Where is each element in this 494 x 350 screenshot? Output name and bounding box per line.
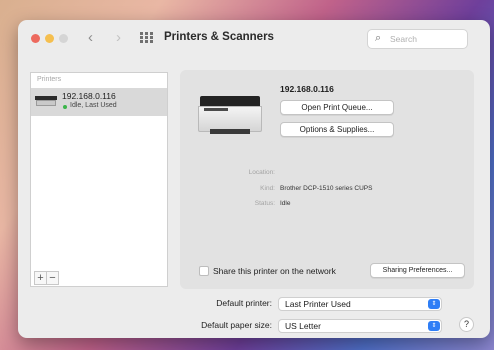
help-button[interactable]: ?: [459, 317, 474, 332]
title-bar: ‹ › Printers & Scanners ⌕ Search: [18, 20, 490, 58]
status-dot-icon: [63, 105, 67, 109]
printer-icon: [35, 96, 57, 107]
printers-scanners-window: ‹ › Printers & Scanners ⌕ Search Printer…: [18, 20, 490, 338]
chevron-updown-icon: ⇕: [428, 299, 440, 309]
show-all-grid-icon[interactable]: [140, 32, 153, 44]
open-print-queue-button[interactable]: Open Print Queue...: [280, 100, 394, 115]
default-printer-label: Default printer:: [216, 298, 272, 308]
status-label: Status:: [254, 200, 275, 207]
printer-image-icon: [198, 96, 262, 136]
default-paper-label: Default paper size:: [201, 320, 272, 330]
default-paper-select[interactable]: US Letter ⇕: [278, 319, 442, 333]
remove-printer-button[interactable]: −: [46, 271, 59, 285]
printer-item-status: Idle, Last Used: [70, 102, 117, 109]
default-paper-value: US Letter: [285, 321, 321, 331]
search-icon: ⌕: [375, 32, 382, 44]
printer-detail-panel: 192.168.0.116 Open Print Queue... Option…: [180, 70, 474, 289]
search-placeholder: Search: [390, 34, 417, 44]
status-value: Idle: [280, 200, 291, 207]
share-printer-label: Share this printer on the network: [213, 266, 336, 276]
minimize-button[interactable]: [45, 34, 54, 43]
list-controls: + −: [31, 271, 71, 287]
printer-list-item[interactable]: 192.168.0.116 Idle, Last Used: [31, 88, 167, 116]
back-button[interactable]: ‹: [88, 28, 93, 48]
printer-item-name: 192.168.0.116: [62, 91, 116, 101]
chevron-updown-icon: ⇕: [428, 321, 440, 331]
location-label: Location:: [248, 169, 275, 176]
window-title: Printers & Scanners: [164, 31, 274, 43]
default-printer-value: Last Printer Used: [285, 299, 351, 309]
close-button[interactable]: [31, 34, 40, 43]
kind-value: Brother DCP-1510 series CUPS: [280, 185, 373, 192]
printers-header: Printers: [37, 76, 62, 83]
forward-button[interactable]: ›: [116, 28, 121, 48]
share-printer-checkbox[interactable]: [199, 266, 209, 276]
printer-name: 192.168.0.116: [280, 84, 334, 94]
kind-label: Kind:: [260, 185, 275, 192]
sharing-preferences-button[interactable]: Sharing Preferences...: [370, 263, 465, 278]
zoom-button[interactable]: [59, 34, 68, 43]
printer-list: Printers 192.168.0.116 Idle, Last Used +…: [30, 72, 168, 287]
default-printer-select[interactable]: Last Printer Used ⇕: [278, 297, 442, 311]
search-field[interactable]: ⌕ Search: [367, 29, 468, 49]
options-supplies-button[interactable]: Options & Supplies...: [280, 122, 394, 137]
